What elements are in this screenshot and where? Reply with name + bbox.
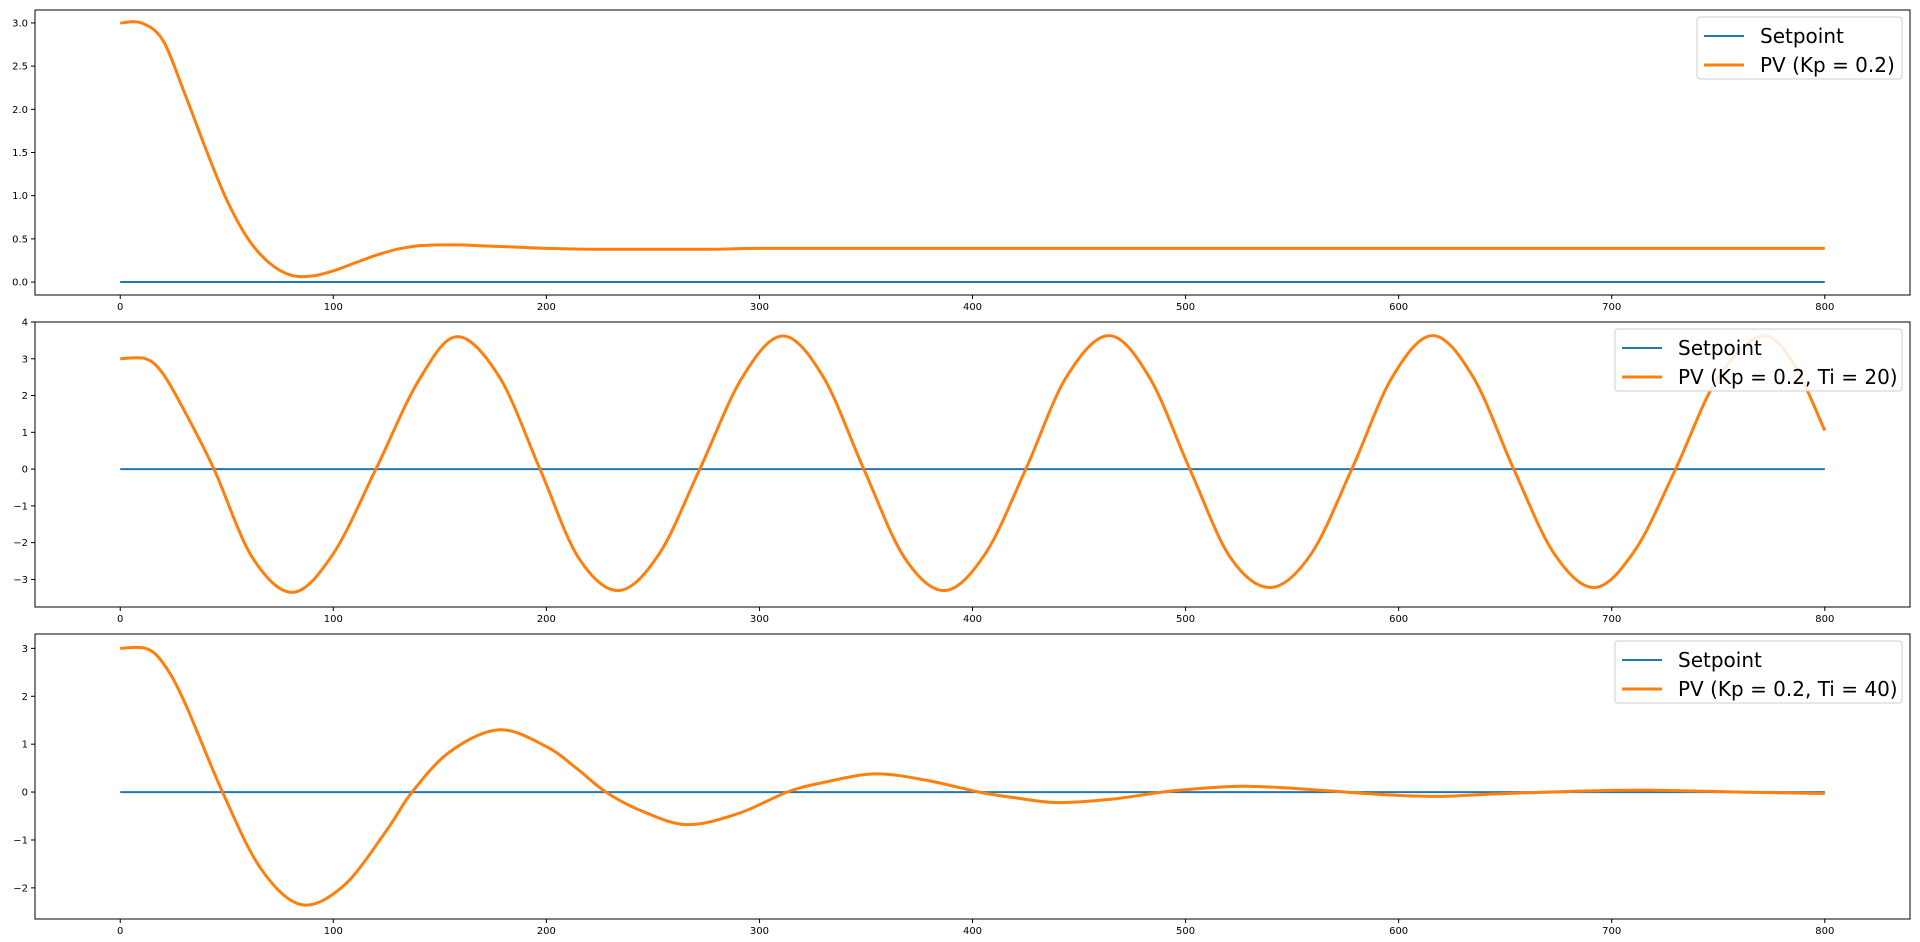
y-tick-label: −3 bbox=[13, 575, 28, 586]
x-tick-label: 200 bbox=[537, 302, 556, 313]
y-tick-label: 1 bbox=[22, 740, 28, 751]
x-tick-label: 700 bbox=[1602, 614, 1621, 625]
y-tick-label: 4 bbox=[22, 318, 28, 329]
x-tick-label: 300 bbox=[750, 926, 769, 937]
axes-frame bbox=[34, 9, 1911, 296]
x-tick-label: 800 bbox=[1815, 926, 1834, 937]
y-tick-label: 3.0 bbox=[12, 18, 28, 29]
series-line-pv bbox=[120, 645, 1825, 907]
x-tick-label: 600 bbox=[1389, 614, 1408, 625]
x-tick-label: 0 bbox=[117, 614, 123, 625]
subplot-3: 0 100 200 300 400 500 600 700 800 −2 −1 0 1 2 3 Setpoin… bbox=[13, 633, 1911, 937]
legend: Setpoint PV (Kp = 0.2) bbox=[1696, 16, 1903, 80]
x-tick-label: 800 bbox=[1815, 302, 1834, 313]
x-tick-label: 300 bbox=[750, 302, 769, 313]
y-tick-label: −2 bbox=[13, 538, 28, 549]
x-tick-label: 100 bbox=[324, 302, 343, 313]
series-line-pv bbox=[120, 20, 1825, 279]
x-tick-label: 300 bbox=[750, 614, 769, 625]
x-tick-label: 600 bbox=[1389, 302, 1408, 313]
x-tick-label: 800 bbox=[1815, 614, 1834, 625]
x-tick-label: 100 bbox=[324, 926, 343, 937]
x-tick-label: 0 bbox=[117, 926, 123, 937]
x-tick-label: 100 bbox=[324, 614, 343, 625]
figure: 0 100 200 300 400 500 600 700 8000.00.51.01.52.0… bbox=[12, 9, 1911, 937]
y-tick-label: 2 bbox=[22, 692, 28, 703]
x-tick-label: 500 bbox=[1176, 926, 1195, 937]
y-tick-label: 0 bbox=[22, 788, 28, 799]
y-tick-label: 1 bbox=[22, 428, 28, 439]
legend-label: Setpoint bbox=[1760, 24, 1844, 48]
y-tick-label: 1.5 bbox=[12, 148, 28, 159]
x-tick-label: 400 bbox=[963, 926, 982, 937]
y-tick-label: −2 bbox=[13, 883, 28, 894]
x-tick-label: 200 bbox=[537, 926, 556, 937]
x-tick-label: 700 bbox=[1602, 926, 1621, 937]
y-tick-label: 2.0 bbox=[12, 105, 28, 116]
y-tick-label: 3 bbox=[22, 354, 28, 365]
x-tick-label: 0 bbox=[117, 302, 123, 313]
subplot-2: 0 100 200 300 400 500 600 700 800 −3 −2 −1 0 1 2 3 4 Setp… bbox=[13, 318, 1911, 625]
legend-label: Setpoint bbox=[1678, 648, 1762, 672]
series-line-pv bbox=[120, 334, 1827, 594]
y-tick-label: 2 bbox=[22, 391, 28, 402]
legend-label: PV (Kp = 0.2, Ti = 40) bbox=[1678, 677, 1898, 701]
y-tick-label: 0.5 bbox=[12, 234, 28, 245]
y-tick-label: 1.0 bbox=[12, 191, 28, 202]
y-tick-label: −1 bbox=[13, 501, 28, 512]
x-tick-label: 500 bbox=[1176, 614, 1195, 625]
x-tick-label: 200 bbox=[537, 614, 556, 625]
y-tick-label: 2.5 bbox=[12, 62, 28, 73]
y-tick-label: 0.0 bbox=[12, 278, 28, 289]
legend-label: PV (Kp = 0.2, Ti = 20) bbox=[1678, 365, 1898, 389]
legend-label: PV (Kp = 0.2) bbox=[1760, 53, 1895, 77]
x-tick-label: 700 bbox=[1602, 302, 1621, 313]
x-tick-label: 500 bbox=[1176, 302, 1195, 313]
y-tick-label: 0 bbox=[22, 465, 28, 476]
x-tick-label: 400 bbox=[963, 302, 982, 313]
x-tick-label: 400 bbox=[963, 614, 982, 625]
y-tick-label: 3 bbox=[22, 644, 28, 655]
legend: Setpoint PV (Kp = 0.2, Ti = 20) bbox=[1614, 328, 1903, 392]
subplot-1: 0 100 200 300 400 500 600 700 800 0.0 0.5 1.0 1.5 2.0… bbox=[12, 9, 1911, 313]
x-tick-label: 600 bbox=[1389, 926, 1408, 937]
legend: Setpoint PV (Kp = 0.2, Ti = 40) bbox=[1614, 640, 1903, 704]
y-tick-label: −1 bbox=[13, 835, 28, 846]
legend-label: Setpoint bbox=[1678, 336, 1762, 360]
